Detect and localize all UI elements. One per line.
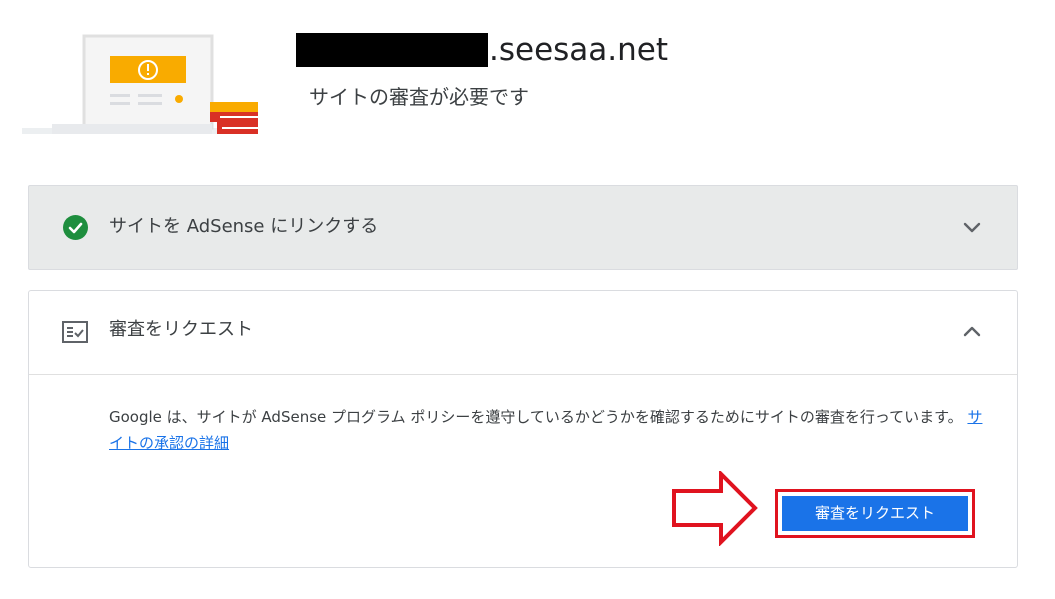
review-description-text: Google は、サイトが AdSense プログラム ポリシーを遵守しているか… <box>109 408 963 426</box>
review-description: Google は、サイトが AdSense プログラム ポリシーを遵守しているか… <box>109 404 989 456</box>
site-domain: .seesaa.net <box>489 32 669 68</box>
request-review-header[interactable]: 審査をリクエスト <box>29 291 1017 375</box>
request-review-title: 審査をリクエスト <box>109 319 253 340</box>
review-checklist-icon <box>62 321 88 343</box>
request-review-button[interactable]: 審査をリクエスト <box>782 496 968 531</box>
link-site-panel[interactable]: サイトを AdSense にリンクする <box>28 185 1018 270</box>
chevron-up-icon[interactable] <box>960 320 984 344</box>
redacted-site-name <box>296 33 488 67</box>
link-site-title: サイトを AdSense にリンクする <box>109 216 379 237</box>
request-review-button-highlight: 審査をリクエスト <box>775 489 975 538</box>
hint-arrow-right-icon <box>672 471 758 546</box>
site-illustration <box>22 34 258 134</box>
site-header: .seesaa.net サイトの審査が必要です <box>0 0 1055 160</box>
check-circle-icon <box>63 215 88 240</box>
chevron-down-icon[interactable] <box>960 215 984 239</box>
site-status-subtitle: サイトの審査が必要です <box>309 85 529 109</box>
request-review-panel: 審査をリクエスト Google は、サイトが AdSense プログラム ポリシ… <box>28 290 1018 568</box>
